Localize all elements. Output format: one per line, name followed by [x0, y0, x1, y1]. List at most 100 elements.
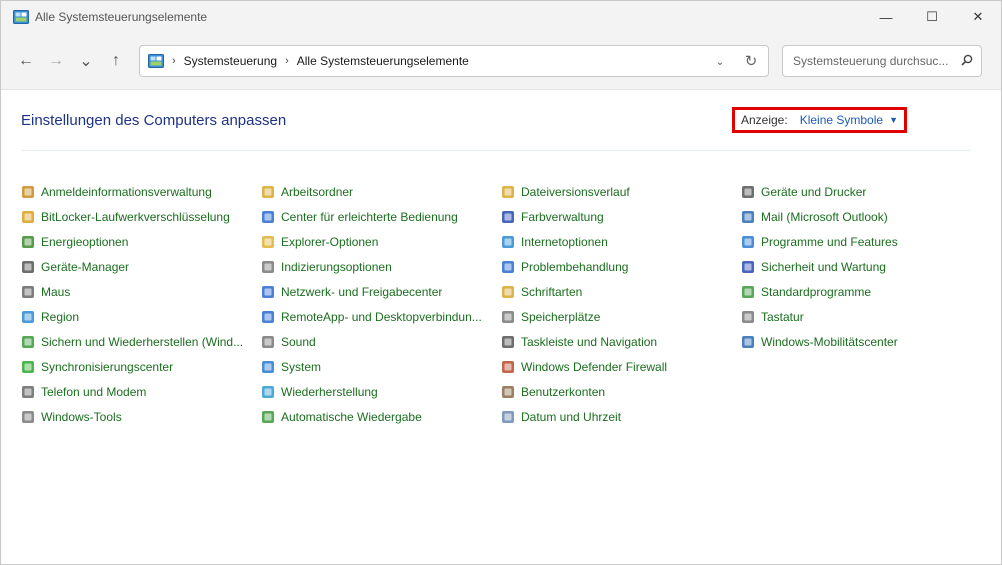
control-panel-item[interactable]: Center für erleichterte Bedienung	[261, 204, 501, 229]
control-panel-item[interactable]: Datum und Uhrzeit	[501, 404, 741, 429]
search-input[interactable]	[791, 53, 953, 69]
control-panel-item-label: Netzwerk- und Freigabecenter	[281, 284, 443, 299]
control-panel-item[interactable]: Indizierungsoptionen	[261, 254, 501, 279]
arrow-right-icon: →	[48, 52, 64, 69]
control-panel-item-label: Windows-Mobilitätscenter	[761, 334, 898, 349]
control-panel-item[interactable]: BitLocker-Laufwerkverschlüsselung	[21, 204, 261, 229]
control-panel-item[interactable]: Mail (Microsoft Outlook)	[741, 204, 981, 229]
control-panel-item[interactable]: Wiederherstellung	[261, 379, 501, 404]
taskbar-icon	[501, 335, 515, 349]
tools-icon	[21, 410, 35, 424]
control-panel-item-label: Geräte-Manager	[41, 259, 130, 274]
window-title: Alle Systemsteuerungselemente	[35, 10, 208, 24]
control-panel-item[interactable]: Problembehandlung	[501, 254, 741, 279]
control-panel-item-label: Standardprogramme	[761, 284, 872, 299]
view-selector[interactable]: Anzeige: Kleine Symbole ▼	[731, 107, 907, 133]
folder-options-icon	[261, 235, 275, 249]
breadcrumb-all-items[interactable]: Alle Systemsteuerungselemente	[297, 54, 469, 68]
control-panel-item[interactable]: Programme und Features	[741, 229, 981, 254]
control-panel-item[interactable]: Taskleiste und Navigation	[501, 329, 741, 354]
content-area: Einstellungen des Computers anpassen Anz…	[1, 90, 1001, 429]
color-management-icon	[501, 210, 515, 224]
default-programs-icon	[741, 285, 755, 299]
control-panel-item-label: Programme und Features	[761, 234, 898, 249]
back-button[interactable]: ←	[11, 46, 41, 76]
breadcrumb-systemsteuerung[interactable]: Systemsteuerung	[184, 54, 277, 68]
control-panel-item[interactable]: Standardprogramme	[741, 279, 981, 304]
search-icon[interactable]	[953, 54, 981, 69]
control-panel-item-label: Explorer-Optionen	[281, 234, 379, 249]
control-panel-item[interactable]: Speicherplätze	[501, 304, 741, 329]
control-panel-item[interactable]: Geräte und Drucker	[741, 179, 981, 204]
caret-down-icon[interactable]: ▼	[889, 115, 898, 125]
control-panel-item[interactable]: Netzwerk- und Freigabecenter	[261, 279, 501, 304]
breadcrumb-separator-icon: ›	[172, 55, 176, 67]
control-panel-item-label: Problembehandlung	[521, 259, 629, 274]
control-panel-item[interactable]: Windows Defender Firewall	[501, 354, 741, 379]
forward-button[interactable]: →	[41, 46, 71, 76]
control-panel-item[interactable]: Telefon und Modem	[21, 379, 261, 404]
recent-locations-button[interactable]: ⌄	[71, 46, 101, 76]
control-panel-item[interactable]: Automatische Wiedergabe	[261, 404, 501, 429]
control-panel-item[interactable]: Sound	[261, 329, 501, 354]
close-icon: ✕	[972, 9, 984, 24]
control-panel-item[interactable]: System	[261, 354, 501, 379]
control-panel-item[interactable]: Windows-Mobilitätscenter	[741, 329, 981, 354]
firewall-icon	[501, 360, 515, 374]
control-panel-item-label: Internetoptionen	[521, 234, 608, 249]
control-panel-icon	[148, 54, 164, 68]
control-panel-item-label: BitLocker-Laufwerkverschlüsselung	[41, 209, 230, 224]
control-panel-item-label: Maus	[41, 284, 71, 299]
control-panel-item[interactable]: Arbeitsordner	[261, 179, 501, 204]
control-panel-item-label: Windows Defender Firewall	[521, 359, 668, 374]
control-panel-item[interactable]: Region	[21, 304, 261, 329]
maximize-button[interactable]: ☐	[909, 1, 955, 33]
control-panel-item-label: Sound	[281, 334, 316, 349]
control-panel-item[interactable]: Tastatur	[741, 304, 981, 329]
control-panel-item[interactable]: Energieoptionen	[21, 229, 261, 254]
sound-icon	[261, 335, 275, 349]
autoplay-icon	[261, 410, 275, 424]
control-panel-item-label: Tastatur	[761, 309, 804, 324]
content-header: Einstellungen des Computers anpassen Anz…	[21, 90, 971, 151]
up-button[interactable]: ↑	[101, 46, 131, 76]
control-panel-item[interactable]: Explorer-Optionen	[261, 229, 501, 254]
control-panel-item[interactable]: RemoteApp- und Desktopverbindun...	[261, 304, 501, 329]
control-panel-item[interactable]: Anmeldeinformationsverwaltung	[21, 179, 261, 204]
control-panel-item[interactable]: Synchronisierungscenter	[21, 354, 261, 379]
control-panel-items: Anmeldeinformationsverwaltung BitLocker-L…	[21, 179, 981, 429]
control-panel-item[interactable]: Geräte-Manager	[21, 254, 261, 279]
refresh-button[interactable]: ↻	[734, 45, 768, 77]
view-dropdown[interactable]: Kleine Symbole	[800, 113, 883, 127]
address-dropdown-icon[interactable]: ⌄	[706, 55, 734, 68]
control-panel-item[interactable]: Sichern und Wiederherstellen (Wind...	[21, 329, 261, 354]
device-manager-icon	[21, 260, 35, 274]
close-button[interactable]: ✕	[955, 1, 1001, 33]
search-box[interactable]	[782, 45, 982, 77]
region-icon	[21, 310, 35, 324]
control-panel-item-label: Speicherplätze	[521, 309, 601, 324]
address-bar[interactable]: › Systemsteuerung › Alle Systemsteuerung…	[139, 45, 769, 77]
control-panel-item-label: Schriftarten	[521, 284, 583, 299]
control-panel-item-label: Windows-Tools	[41, 409, 122, 424]
credential-icon	[21, 185, 35, 199]
mobility-center-icon	[741, 335, 755, 349]
date-time-icon	[501, 410, 515, 424]
control-panel-item-label: Taskleiste und Navigation	[521, 334, 658, 349]
troubleshoot-icon	[501, 260, 515, 274]
control-panel-item[interactable]: Dateiversionsverlauf	[501, 179, 741, 204]
control-panel-item[interactable]: Schriftarten	[501, 279, 741, 304]
storage-spaces-icon	[501, 310, 515, 324]
control-panel-item[interactable]: Maus	[21, 279, 261, 304]
minimize-button[interactable]: —	[863, 1, 909, 33]
control-panel-item[interactable]: Internetoptionen	[501, 229, 741, 254]
control-panel-item[interactable]: Sicherheit und Wartung	[741, 254, 981, 279]
control-panel-item-label: Mail (Microsoft Outlook)	[761, 209, 888, 224]
control-panel-item-label: Geräte und Drucker	[761, 184, 867, 199]
indexing-icon	[261, 260, 275, 274]
control-panel-item[interactable]: Benutzerkonten	[501, 379, 741, 404]
security-flag-icon	[741, 260, 755, 274]
control-panel-item[interactable]: Windows-Tools	[21, 404, 261, 429]
control-panel-item[interactable]: Farbverwaltung	[501, 204, 741, 229]
control-panel-window: Alle Systemsteuerungselemente — ☐ ✕ ← → …	[0, 0, 1002, 565]
